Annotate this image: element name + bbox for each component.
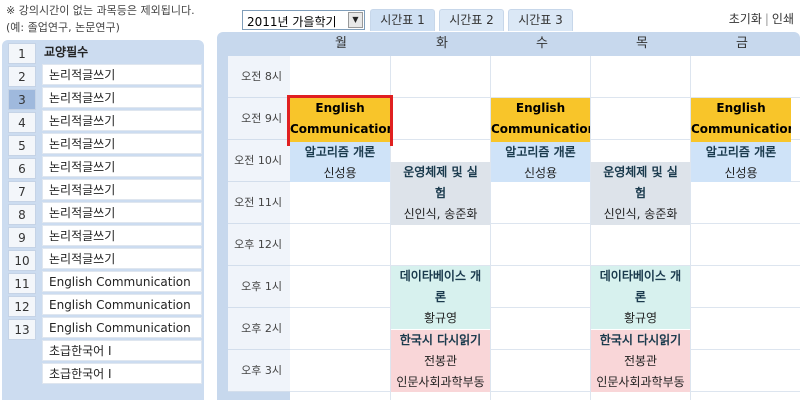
list-number[interactable]: 9 bbox=[8, 227, 36, 248]
grid-divider bbox=[290, 349, 800, 350]
course-item[interactable]: 초급한국어 I bbox=[42, 340, 202, 361]
class-block-english-communication-fri[interactable]: English Communication bbox=[691, 98, 791, 142]
class-room: 인문사회과학부동 bbox=[596, 375, 685, 389]
class-title: 험 bbox=[634, 186, 647, 200]
list-number[interactable]: 1 bbox=[8, 43, 36, 64]
course-item[interactable]: English Communication bbox=[42, 294, 202, 315]
course-item[interactable]: 논리적글쓰기 bbox=[42, 225, 202, 246]
class-title: 알고리즘 개론 bbox=[705, 145, 777, 159]
class-title: 론 bbox=[634, 290, 647, 304]
class-professor: 신성용 bbox=[323, 166, 357, 180]
class-block-algorithms-mon[interactable]: 알고리즘 개론 신성용 bbox=[290, 142, 390, 182]
course-item[interactable]: 초급한국어 I bbox=[42, 363, 202, 384]
class-block-algorithms-fri[interactable]: 알고리즘 개론 신성용 bbox=[691, 142, 791, 182]
course-item[interactable]: 논리적글쓰기 bbox=[42, 64, 202, 85]
day-header-fri: 금 bbox=[736, 36, 748, 51]
class-title: Communication bbox=[691, 122, 791, 136]
course-item[interactable]: 논리적글쓰기 bbox=[42, 156, 202, 177]
day-header-tue: 화 bbox=[436, 36, 448, 51]
class-professor: 신인식, 송준화 bbox=[403, 207, 478, 221]
list-number[interactable]: 7 bbox=[8, 181, 36, 202]
course-item[interactable]: 논리적글쓰기 bbox=[42, 202, 202, 223]
tab-timetable-1[interactable]: 시간표 1 bbox=[370, 9, 435, 31]
class-block-korean-poetry-tue[interactable]: 한국시 다시읽기 전봉관 인문사회과학부동 bbox=[391, 330, 490, 392]
list-category-header: 교양필수 bbox=[44, 45, 89, 59]
time-label: 오후 12시 bbox=[228, 224, 290, 266]
grid-divider bbox=[290, 307, 800, 308]
grid-divider bbox=[290, 265, 800, 266]
list-number[interactable]: 2 bbox=[8, 66, 36, 87]
class-block-operating-systems-tue[interactable]: 운영체제 및 실 험 신인식, 송준화 bbox=[391, 162, 490, 225]
day-header-thu: 목 bbox=[636, 36, 648, 51]
course-item[interactable]: 논리적글쓰기 bbox=[42, 110, 202, 131]
class-title: English bbox=[515, 101, 566, 115]
class-title: 운영체제 및 실 bbox=[603, 165, 678, 179]
list-number[interactable]: 12 bbox=[8, 296, 36, 317]
class-title: Communication bbox=[491, 122, 590, 136]
time-label: 오전 9시 bbox=[228, 98, 290, 140]
class-room: 인문사회과학부동 bbox=[396, 375, 485, 389]
course-item[interactable]: 논리적글쓰기 bbox=[42, 248, 202, 269]
day-header-mon: 월 bbox=[335, 36, 347, 51]
class-title: 데이타베이스 개 bbox=[599, 269, 682, 283]
chevron-down-icon[interactable]: ▼ bbox=[348, 12, 363, 28]
course-list-panel: 1 2 3 4 5 6 7 8 9 10 11 12 13 교양필수 논리적글쓰… bbox=[2, 40, 204, 400]
class-title: 험 bbox=[434, 186, 447, 200]
class-title: 데이타베이스 개 bbox=[399, 269, 482, 283]
list-number[interactable]: 13 bbox=[8, 319, 36, 340]
class-block-operating-systems-thu[interactable]: 운영체제 및 실 험 신인식, 송준화 bbox=[591, 162, 690, 225]
course-item[interactable]: 논리적글쓰기 bbox=[42, 133, 202, 154]
course-item[interactable]: 논리적글쓰기 bbox=[42, 87, 202, 108]
semester-select[interactable]: 2011년 가을학기 ▼ bbox=[242, 10, 365, 30]
time-label: 오후 1시 bbox=[228, 266, 290, 308]
class-professor: 전봉관 bbox=[623, 354, 658, 368]
class-title: 한국시 다시읽기 bbox=[399, 333, 482, 347]
class-block-database-thu[interactable]: 데이타베이스 개 론 황규영 bbox=[591, 266, 690, 329]
list-number[interactable]: 8 bbox=[8, 204, 36, 225]
class-professor: 신성용 bbox=[724, 166, 758, 180]
class-title: 론 bbox=[434, 290, 447, 304]
list-number[interactable]: 10 bbox=[8, 250, 36, 271]
reset-link[interactable]: 초기화 bbox=[729, 12, 762, 26]
course-item[interactable]: 논리적글쓰기 bbox=[42, 179, 202, 200]
list-number[interactable]: 11 bbox=[8, 273, 36, 294]
top-links: 초기화 | 인쇄 bbox=[729, 10, 794, 27]
tab-timetable-3[interactable]: 시간표 3 bbox=[508, 9, 573, 31]
class-professor: 전봉관 bbox=[423, 354, 458, 368]
print-link[interactable]: 인쇄 bbox=[772, 12, 794, 26]
class-title: 한국시 다시읽기 bbox=[599, 333, 682, 347]
time-label: 오후 2시 bbox=[228, 308, 290, 350]
notice-text: ※ 강의시간이 없는 과목등은 제외됩니다. (예: 졸업연구, 논문연구) bbox=[6, 4, 195, 34]
timetable: 월 화 수 목 금 오전 8시 오전 9시 오전 10시 오전 11시 오후 1… bbox=[217, 32, 800, 400]
class-title: 알고리즘 개론 bbox=[304, 145, 376, 159]
class-professor: 황규영 bbox=[623, 311, 658, 325]
list-number[interactable]: 4 bbox=[8, 112, 36, 133]
class-block-korean-poetry-thu[interactable]: 한국시 다시읽기 전봉관 인문사회과학부동 bbox=[591, 330, 690, 392]
day-header-wed: 수 bbox=[536, 36, 548, 51]
semester-select-value: 2011년 가을학기 bbox=[247, 15, 337, 29]
grid-divider bbox=[290, 223, 800, 224]
grid-divider bbox=[290, 391, 800, 392]
course-item[interactable]: English Communication bbox=[42, 271, 202, 292]
time-label: 오후 3시 bbox=[228, 350, 290, 392]
class-professor: 신성용 bbox=[523, 166, 558, 180]
class-block-algorithms-wed[interactable]: 알고리즘 개론 신성용 bbox=[491, 142, 590, 182]
time-label: 오전 11시 bbox=[228, 182, 290, 224]
selection-highlight bbox=[287, 95, 393, 146]
class-block-database-tue[interactable]: 데이타베이스 개 론 황규영 bbox=[391, 266, 490, 329]
class-professor: 신인식, 송준화 bbox=[603, 207, 678, 221]
class-title: 알고리즘 개론 bbox=[505, 145, 576, 159]
time-label: 오전 10시 bbox=[228, 140, 290, 182]
list-number-selected[interactable]: 3 bbox=[8, 89, 36, 110]
link-separator: | bbox=[764, 12, 769, 26]
class-professor: 황규영 bbox=[423, 311, 458, 325]
time-label: 오전 8시 bbox=[228, 56, 290, 98]
class-title: English bbox=[716, 101, 766, 115]
list-number[interactable]: 5 bbox=[8, 135, 36, 156]
class-title: 운영체제 및 실 bbox=[403, 165, 478, 179]
tab-timetable-2[interactable]: 시간표 2 bbox=[439, 9, 504, 31]
course-item[interactable]: English Communication bbox=[42, 317, 202, 338]
list-number[interactable]: 6 bbox=[8, 158, 36, 179]
class-block-english-communication-wed[interactable]: English Communication bbox=[491, 98, 590, 142]
